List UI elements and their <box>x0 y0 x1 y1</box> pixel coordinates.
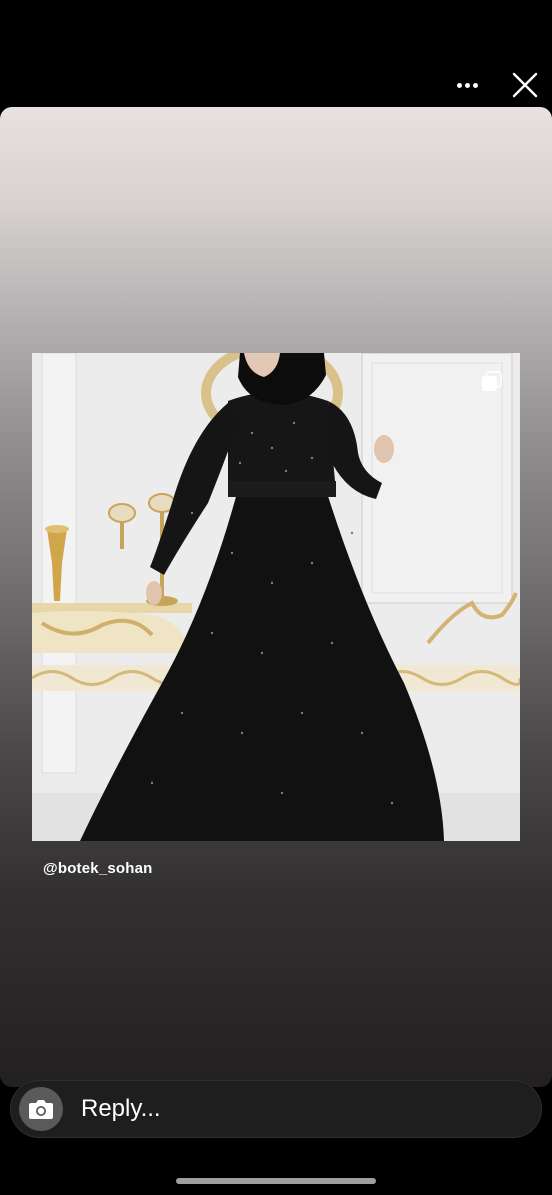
camera-button[interactable] <box>19 1087 63 1131</box>
mention-handle[interactable]: @botek_sohan <box>43 860 153 877</box>
story-viewer: @botek_sohan Reply... <box>0 0 552 1195</box>
more-horizontal-icon-dot <box>464 82 470 88</box>
story-card[interactable]: @botek_sohan <box>0 107 552 1087</box>
black-sequin-evening-gown-photo <box>32 353 520 841</box>
product-photo[interactable] <box>32 353 520 841</box>
multiple-images-icon <box>480 370 504 394</box>
close-icon <box>512 72 538 98</box>
home-indicator[interactable] <box>176 1178 376 1184</box>
reply-input[interactable]: Reply... <box>81 1095 541 1123</box>
more-horizontal-icon-dot <box>472 82 478 88</box>
camera-icon <box>29 1100 53 1119</box>
reply-bar: Reply... <box>10 1080 542 1138</box>
more-options-button[interactable] <box>452 70 482 100</box>
more-horizontal-icon <box>456 82 462 88</box>
close-button[interactable] <box>508 68 542 102</box>
